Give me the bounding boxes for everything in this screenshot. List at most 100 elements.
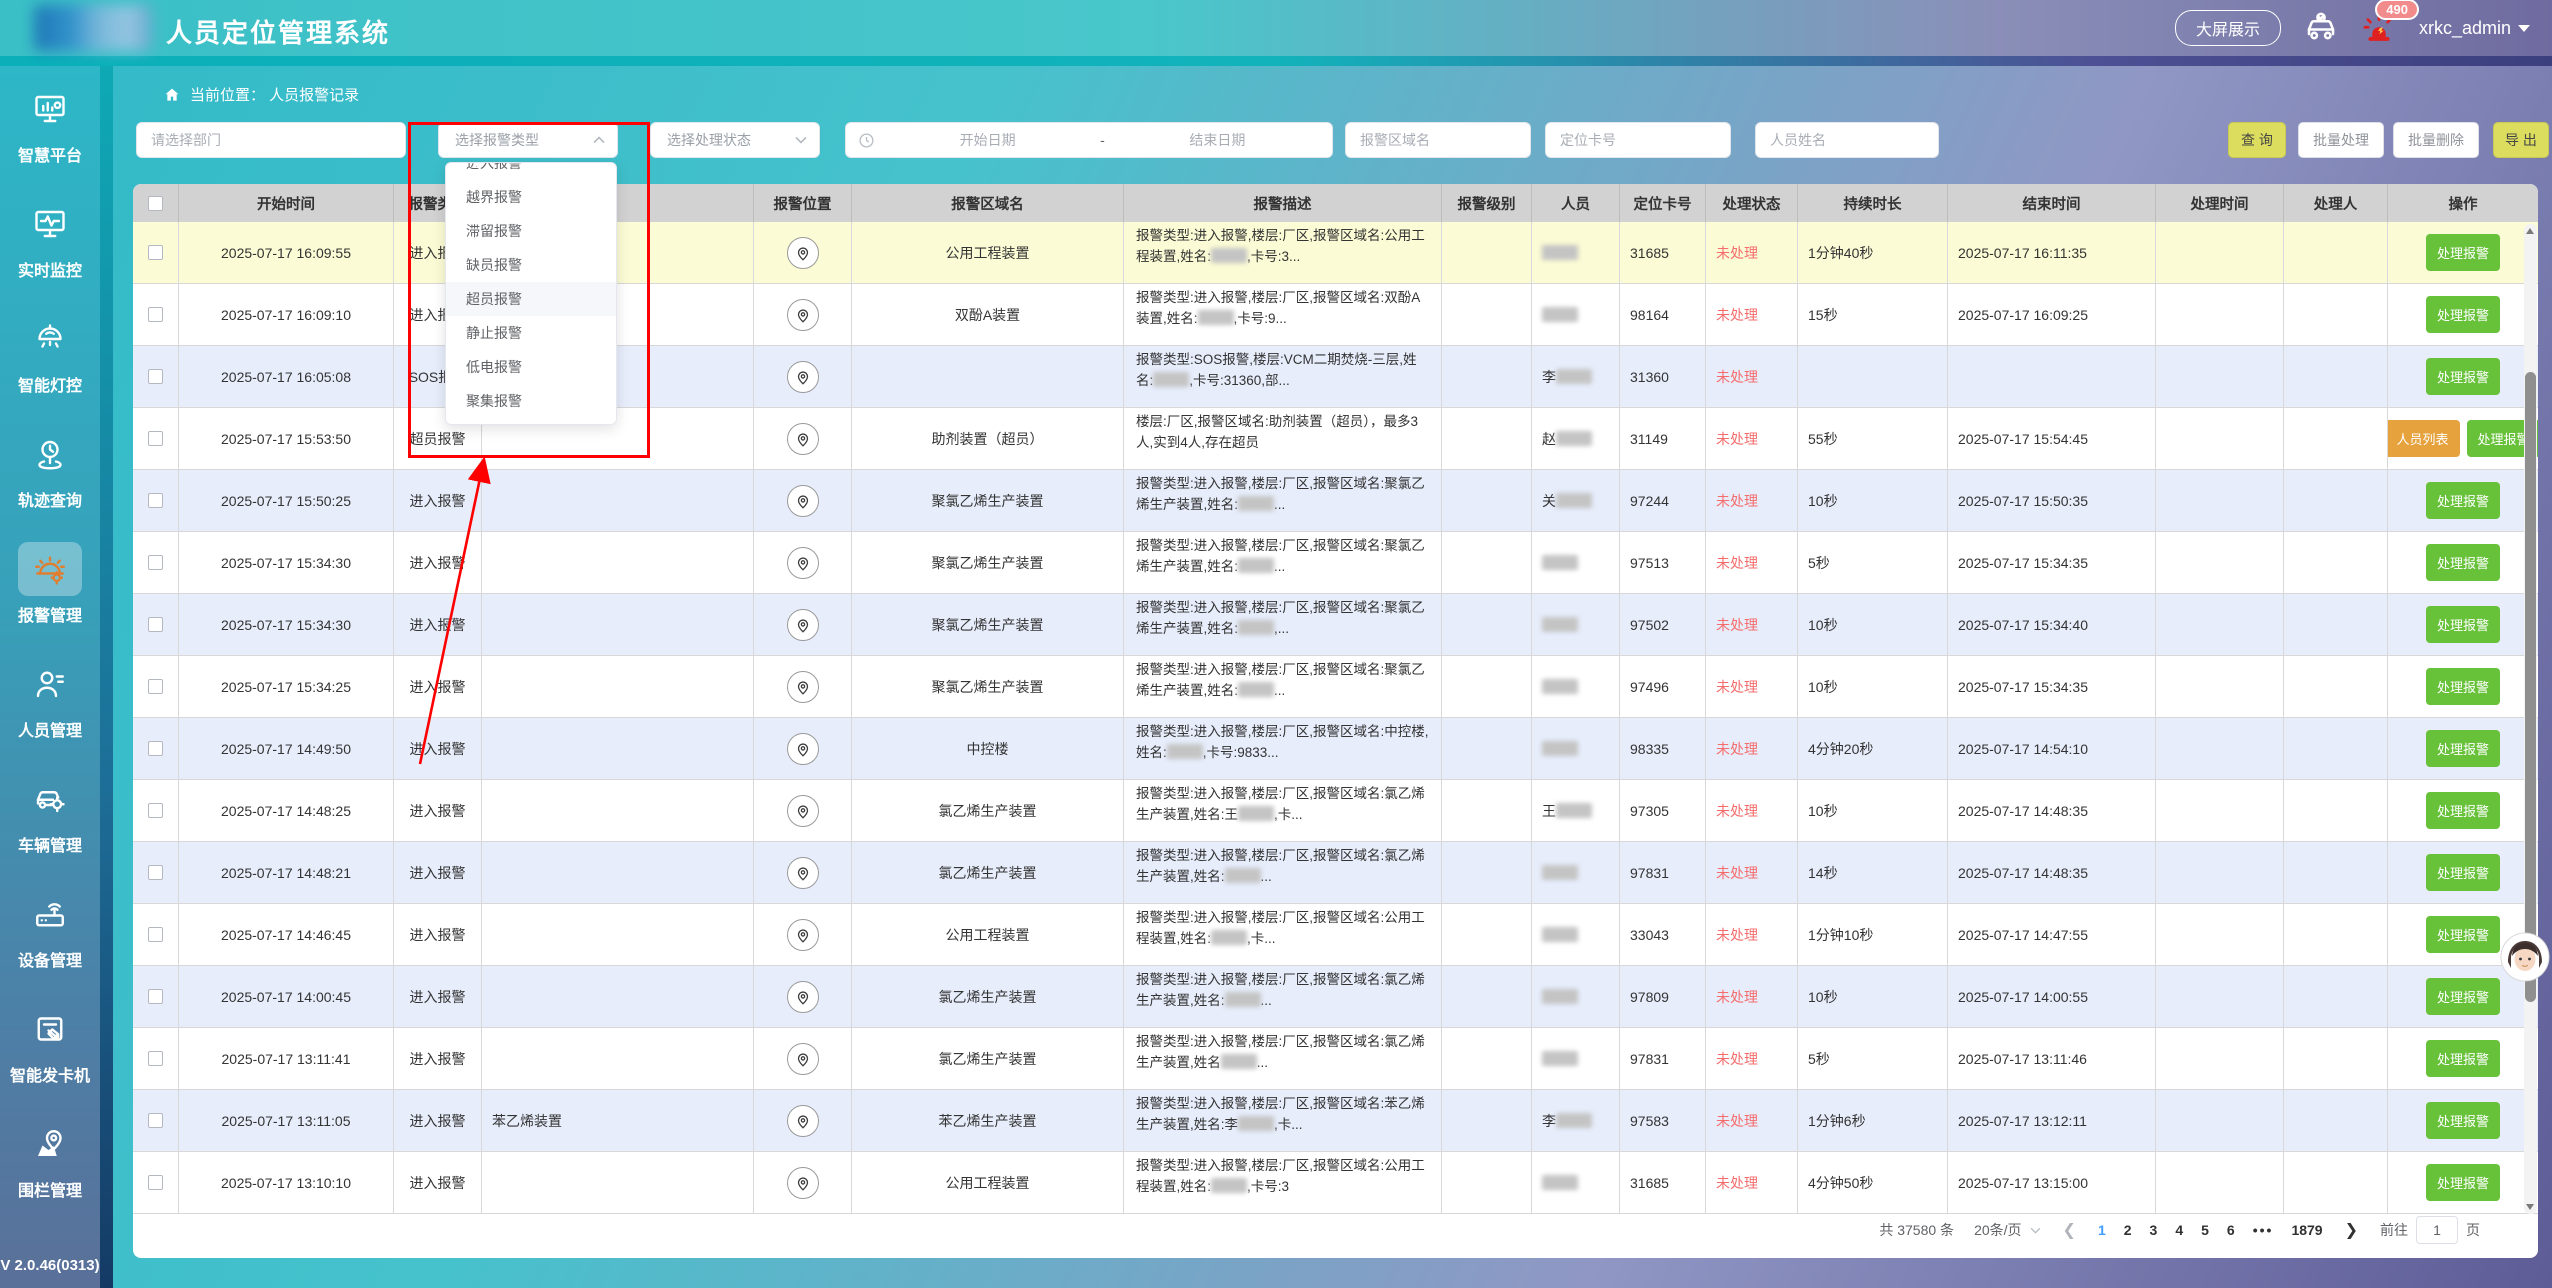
alarm-location-button[interactable] (787, 919, 819, 951)
card-filter[interactable] (1545, 122, 1731, 158)
alarm-location-button[interactable] (787, 795, 819, 827)
start-date-field[interactable]: 开始日期 (885, 130, 1090, 150)
row-checkbox[interactable] (148, 1051, 163, 1066)
alarm-type-select[interactable]: 选择报警类型 (438, 122, 618, 158)
alarm-location-button[interactable] (787, 547, 819, 579)
row-checkbox[interactable] (148, 1175, 163, 1190)
next-page-button[interactable]: ❯ (2343, 1220, 2360, 1240)
row-checkbox[interactable] (148, 989, 163, 1004)
dropdown-option[interactable]: 滞留报警 (446, 214, 616, 248)
end-date-field[interactable]: 结束日期 (1115, 130, 1320, 150)
handle-alarm-button[interactable]: 处理报警 (2426, 1164, 2500, 1201)
department-filter[interactable] (136, 122, 406, 158)
sidebar-item-realtime-monitor[interactable]: 实时监控 (4, 197, 96, 312)
export-button[interactable]: 导 出 (2493, 122, 2549, 158)
sidebar-item-smart-platform[interactable]: 智慧平台 (4, 82, 96, 197)
sidebar-item-device-manage[interactable]: 设备管理 (4, 887, 96, 1002)
row-checkbox[interactable] (148, 431, 163, 446)
area-input[interactable] (1346, 132, 1530, 148)
handle-alarm-button[interactable]: 处理报警 (2426, 296, 2500, 333)
alarm-location-button[interactable] (787, 857, 819, 889)
pagination-ellipsis[interactable]: ••• (2253, 1222, 2274, 1238)
vertical-scrollbar[interactable] (2524, 224, 2537, 1214)
date-range-picker[interactable]: 开始日期 - 结束日期 (845, 122, 1333, 158)
card-input[interactable] (1546, 132, 1730, 148)
alarm-location-button[interactable] (787, 423, 819, 455)
handle-alarm-button[interactable]: 处理报警 (2426, 978, 2500, 1015)
handle-alarm-button[interactable]: 处理报警 (2426, 544, 2500, 581)
handle-alarm-button[interactable]: 处理报警 (2426, 234, 2500, 271)
row-checkbox[interactable] (148, 245, 163, 260)
big-screen-button[interactable]: 大屏展示 (2175, 10, 2281, 46)
row-checkbox[interactable] (148, 555, 163, 570)
alarm-location-button[interactable] (787, 361, 819, 393)
sidebar-item-person-manage[interactable]: 人员管理 (4, 657, 96, 772)
alarm-location-button[interactable] (787, 1105, 819, 1137)
handle-alarm-button[interactable]: 处理报警 (2426, 792, 2500, 829)
row-checkbox[interactable] (148, 865, 163, 880)
page-number[interactable]: 2 (2124, 1222, 2132, 1238)
handle-alarm-button[interactable]: 处理报警 (2426, 1040, 2500, 1077)
scroll-down-arrow[interactable] (2526, 1204, 2534, 1210)
sidebar-item-alarm-manage[interactable]: 报警管理 (4, 542, 96, 657)
status-select[interactable]: 选择处理状态 (650, 122, 820, 158)
handle-alarm-button[interactable]: 处理报警 (2426, 668, 2500, 705)
handle-alarm-button[interactable]: 处理报警 (2426, 916, 2500, 953)
prev-page-button[interactable]: ❮ (2061, 1220, 2078, 1240)
search-button[interactable]: 查 询 (2228, 122, 2286, 158)
alarm-siren-icon[interactable]: 490 (2361, 10, 2397, 46)
page-number[interactable]: 5 (2201, 1222, 2209, 1238)
batch-process-button[interactable]: 批量处理 (2298, 122, 2384, 158)
handle-alarm-button[interactable]: 处理报警 (2426, 1102, 2500, 1139)
row-checkbox[interactable] (148, 1113, 163, 1128)
batch-delete-button[interactable]: 批量删除 (2393, 122, 2479, 158)
alarm-location-button[interactable] (787, 299, 819, 331)
row-checkbox[interactable] (148, 679, 163, 694)
row-checkbox[interactable] (148, 493, 163, 508)
sidebar-item-fence-manage[interactable]: 围栏管理 (4, 1117, 96, 1232)
scroll-up-arrow[interactable] (2526, 228, 2534, 234)
sidebar-item-card-machine[interactable]: 智能发卡机 (4, 1002, 96, 1117)
assistant-avatar[interactable] (2500, 932, 2550, 982)
select-all-checkbox[interactable] (148, 196, 163, 211)
page-size-select[interactable]: 20条/页 (1974, 1220, 2040, 1240)
alarm-location-button[interactable] (787, 485, 819, 517)
vehicle-icon[interactable] (2303, 10, 2339, 46)
goto-page-input[interactable] (2416, 1216, 2458, 1244)
name-filter[interactable] (1755, 122, 1939, 158)
last-page-number[interactable]: 1879 (2291, 1222, 2322, 1238)
sidebar-item-track-query[interactable]: 轨迹查询 (4, 427, 96, 542)
handle-alarm-button[interactable]: 处理报警 (2426, 606, 2500, 643)
handle-alarm-button[interactable]: 处理报警 (2426, 854, 2500, 891)
page-number[interactable]: 4 (2175, 1222, 2183, 1238)
person-list-button[interactable]: 人员列表 (2388, 420, 2460, 457)
row-checkbox[interactable] (148, 307, 163, 322)
alarm-location-button[interactable] (787, 981, 819, 1013)
department-input[interactable] (137, 132, 405, 148)
alarm-location-button[interactable] (787, 1167, 819, 1199)
alarm-location-button[interactable] (787, 733, 819, 765)
page-number[interactable]: 6 (2227, 1222, 2235, 1238)
page-number[interactable]: 1 (2098, 1222, 2106, 1238)
dropdown-option[interactable]: 越界报警 (446, 180, 616, 214)
dropdown-option[interactable]: 超员报警 (446, 282, 616, 316)
page-number[interactable]: 3 (2150, 1222, 2158, 1238)
alarm-location-button[interactable] (787, 671, 819, 703)
row-checkbox[interactable] (148, 803, 163, 818)
sidebar-item-smart-light[interactable]: 智能灯控 (4, 312, 96, 427)
user-menu[interactable]: xrkc_admin (2419, 18, 2530, 39)
dropdown-option[interactable]: 聚集报警 (446, 384, 616, 418)
handle-alarm-button[interactable]: 处理报警 (2426, 482, 2500, 519)
handle-alarm-button[interactable]: 处理报警 (2426, 730, 2500, 767)
alarm-location-button[interactable] (787, 1043, 819, 1075)
row-checkbox[interactable] (148, 927, 163, 942)
row-checkbox[interactable] (148, 369, 163, 384)
row-checkbox[interactable] (148, 741, 163, 756)
row-checkbox[interactable] (148, 617, 163, 632)
dropdown-option[interactable]: 进入报警 (446, 162, 616, 180)
sidebar-item-vehicle-manage[interactable]: 车辆管理 (4, 772, 96, 887)
handle-alarm-button[interactable]: 处理报警 (2426, 358, 2500, 395)
name-input[interactable] (1756, 132, 1938, 148)
alarm-location-button[interactable] (787, 609, 819, 641)
alarm-location-button[interactable] (787, 237, 819, 269)
